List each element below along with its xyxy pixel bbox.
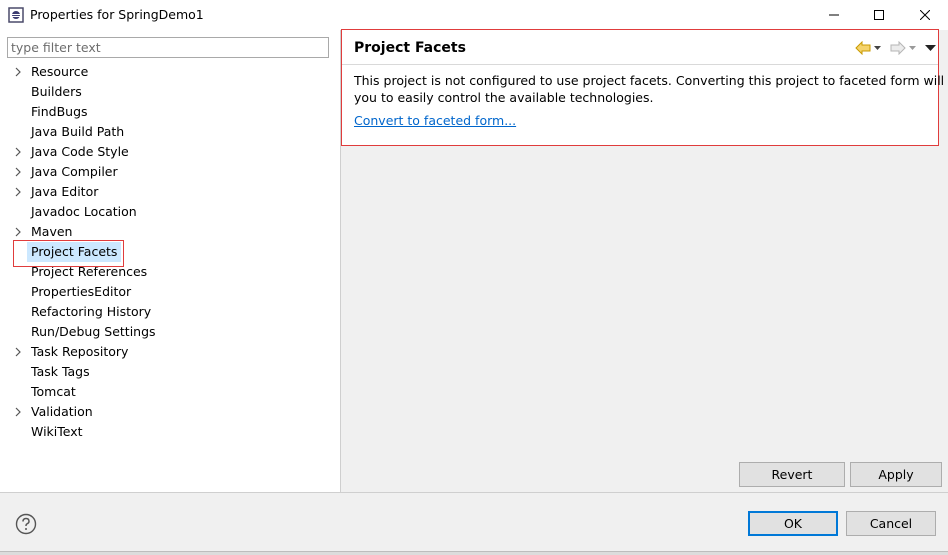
tree-item-label: FindBugs [31,104,88,119]
tree-item[interactable]: Task Repository [0,342,340,362]
tree-item-label: Javadoc Location [31,204,137,219]
tree-item[interactable]: Tomcat [0,382,340,402]
tree-item[interactable]: Java Compiler [0,162,340,182]
tree-item-label: Refactoring History [31,304,152,319]
close-icon [920,10,930,20]
apply-button[interactable]: Apply [850,462,942,487]
taskbar-strip [0,551,948,555]
tree-item[interactable]: WikiText [0,422,340,442]
minimize-icon [829,14,839,16]
tree-item-label: PropertiesEditor [31,284,132,299]
tree-item-label: Java Editor [31,184,99,199]
view-menu-icon[interactable] [925,44,936,52]
ok-button[interactable]: OK [748,511,838,536]
description-line-1: This project is not configured to use pr… [354,73,948,88]
tree-item[interactable]: Builders [0,82,340,102]
revert-button[interactable]: Revert [739,462,845,487]
chevron-right-icon[interactable] [13,147,23,157]
chevron-right-icon[interactable] [13,407,23,417]
tree-item-label: Tomcat [31,384,76,399]
tree-item-label: Maven [31,224,73,239]
page-navigation [855,39,936,57]
tree-item-label: Java Build Path [31,124,125,139]
tree-item-label: Run/Debug Settings [31,324,156,339]
minimize-button[interactable] [811,0,857,30]
tree-item-label: Validation [31,404,93,419]
tree-item[interactable]: FindBugs [0,102,340,122]
tree-item[interactable]: Validation [0,402,340,422]
tree-item[interactable]: Maven [0,222,340,242]
chevron-right-icon[interactable] [13,67,23,77]
chevron-right-icon[interactable] [13,227,23,237]
maximize-button[interactable] [856,0,902,30]
tree-item-label: Java Compiler [31,164,118,179]
page-title: Project Facets [354,40,466,56]
eclipse-app-icon [8,7,24,23]
tree-item[interactable]: PropertiesEditor [0,282,340,302]
tree-item-label: Task Repository [31,344,129,359]
tree-item-label: Task Tags [31,364,90,379]
tree-item-label: Builders [31,84,82,99]
tree-item[interactable]: Java Code Style [0,142,340,162]
cancel-button[interactable]: Cancel [846,511,936,536]
chevron-right-icon[interactable] [13,167,23,177]
tree-item[interactable]: Javadoc Location [0,202,340,222]
forward-dropdown-icon[interactable] [908,44,917,52]
tree-item[interactable]: Task Tags [0,362,340,382]
facets-description: This project is not configured to use pr… [354,72,948,106]
description-line-2: you to easily control the available tech… [354,90,654,105]
chevron-right-icon[interactable] [13,347,23,357]
back-arrow-icon[interactable] [855,41,871,55]
close-button[interactable] [902,0,948,30]
tree-item[interactable]: Refactoring History [0,302,340,322]
tree-item[interactable]: Java Editor [0,182,340,202]
chevron-right-icon[interactable] [13,187,23,197]
selection-highlight-frame [13,240,124,267]
convert-to-faceted-form-link[interactable]: Convert to faceted form... [354,113,516,128]
tree-item-label: Java Code Style [31,144,129,159]
back-dropdown-icon[interactable] [873,44,882,52]
title-separator [342,64,938,65]
project-facets-panel: Project Facets This project is not confi… [341,29,948,146]
tree-item[interactable]: Run/Debug Settings [0,322,340,342]
help-icon[interactable] [15,513,37,535]
filter-input[interactable] [7,37,329,58]
tree-item[interactable]: Java Build Path [0,122,340,142]
tree-item-label: WikiText [31,424,83,439]
tree-item[interactable]: Resource [0,62,340,82]
title-bar: Properties for SpringDemo1 [0,0,948,30]
window-title: Properties for SpringDemo1 [30,7,204,22]
tree-item-label: Resource [31,64,89,79]
maximize-icon [874,10,884,20]
forward-arrow-icon[interactable] [890,41,906,55]
